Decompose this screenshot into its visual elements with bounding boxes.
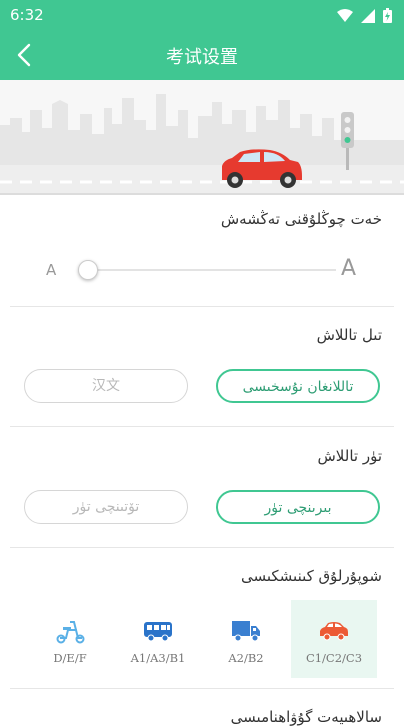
level-option-fourth[interactable]: تۆتىنچى تۈر <box>24 490 188 524</box>
license-option-def[interactable]: D/E/F <box>27 600 113 678</box>
banner-illustration <box>0 80 404 195</box>
certificate-section-title: سالاھىيەت گۇۋاھنامىسى <box>230 708 382 726</box>
scooter-icon <box>56 621 85 644</box>
slider-thumb[interactable] <box>78 260 98 280</box>
app-bar: 考试设置 <box>0 30 404 80</box>
status-bar: 6:32 <box>0 0 404 30</box>
page-title: 考试设置 <box>166 47 238 68</box>
license-option-label: C1/C2/C3 <box>305 651 363 665</box>
divider <box>10 306 394 307</box>
signal-icon <box>361 8 375 23</box>
divider <box>10 426 394 427</box>
license-option-label: A1/A3/B1 <box>130 651 186 665</box>
license-option-label: A2/B2 <box>228 651 264 665</box>
level-section-title: تۈر تاللاش <box>317 447 382 465</box>
slider-track <box>88 269 336 271</box>
license-section-title: شوپۇرلۇق كىنىشكىسى <box>240 567 382 585</box>
font-size-small-label: A <box>46 261 57 279</box>
font-size-section-title: خەت چوڭلۇقنى تەڭشەش <box>220 210 382 228</box>
battery-icon <box>383 8 392 23</box>
language-section-title: تىل تاللاش <box>316 326 382 344</box>
license-option-c1c2c3[interactable]: C1/C2/C3 <box>291 600 377 678</box>
truck-icon <box>232 621 260 642</box>
level-option-first[interactable]: بىرىنچى تۈر <box>216 490 380 524</box>
license-option-a2b2[interactable]: A2/B2 <box>203 600 289 678</box>
language-option-selected[interactable]: تاللانغان نۇسخىسى <box>216 369 380 403</box>
divider <box>10 688 394 689</box>
status-icons <box>337 8 392 23</box>
city-road-illustration <box>0 94 404 195</box>
bus-icon <box>144 622 172 642</box>
language-option-chinese[interactable]: 汉文 <box>24 369 188 403</box>
status-time: 6:32 <box>10 6 44 24</box>
divider <box>10 547 394 548</box>
car-icon <box>320 622 348 641</box>
license-option-label: D/E/F <box>53 651 87 665</box>
font-size-slider[interactable] <box>78 260 336 280</box>
wifi-icon <box>337 8 353 22</box>
font-size-large-label: A <box>341 256 357 281</box>
license-option-a1a3b1[interactable]: A1/A3/B1 <box>115 600 201 678</box>
